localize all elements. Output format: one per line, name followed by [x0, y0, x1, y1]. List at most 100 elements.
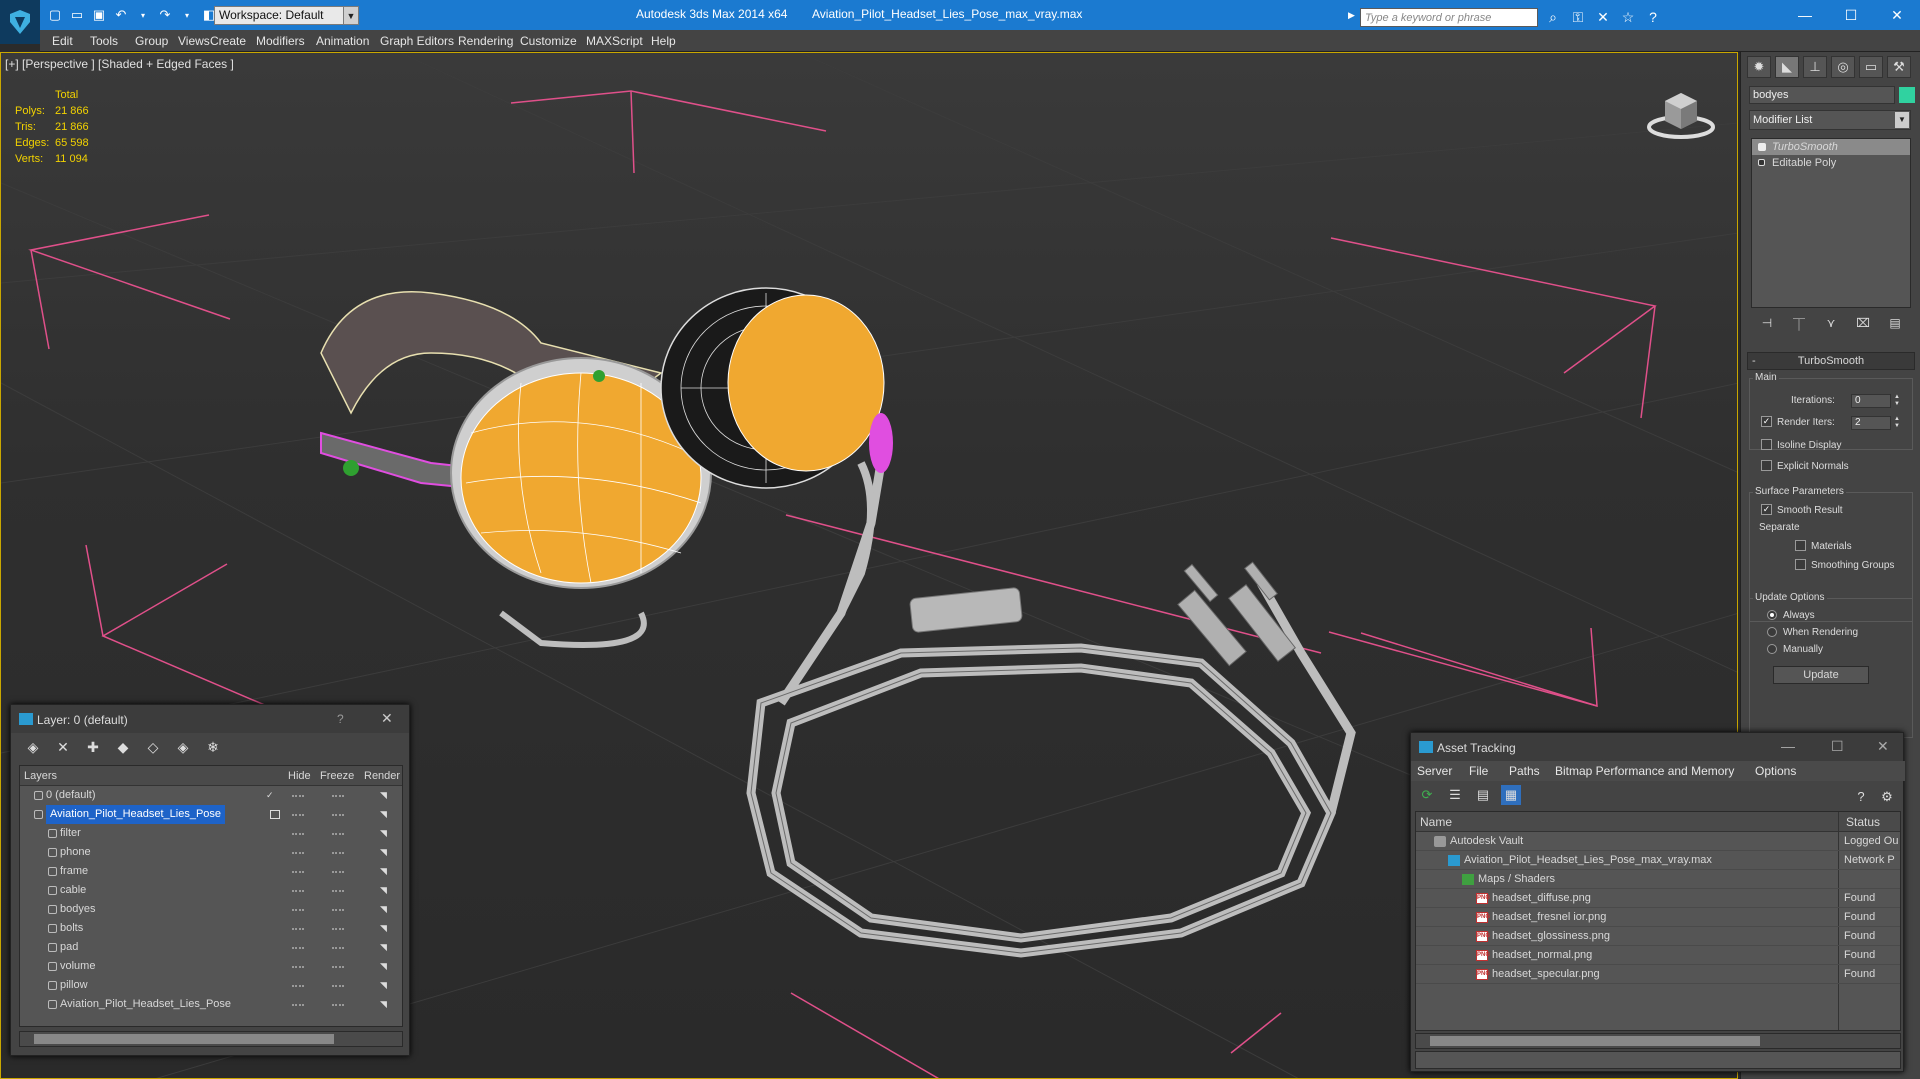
- horizontal-scrollbar[interactable]: [19, 1031, 403, 1047]
- utilities-icon[interactable]: ⚒: [1887, 56, 1911, 78]
- open-icon[interactable]: ▭: [68, 6, 86, 24]
- freeze-toggle[interactable]: [332, 909, 344, 911]
- freeze-toggle[interactable]: [332, 871, 344, 873]
- display-icon[interactable]: ▭: [1859, 56, 1883, 78]
- render-teapot-icon[interactable]: ◥: [380, 810, 390, 819]
- hide-all-icon[interactable]: ◈: [173, 737, 193, 757]
- render-teapot-icon[interactable]: ◥: [380, 829, 390, 838]
- iterations-spinner[interactable]: 0: [1851, 394, 1891, 408]
- hide-toggle[interactable]: [292, 985, 304, 987]
- minimize-button[interactable]: —: [1790, 4, 1820, 26]
- layer-name[interactable]: frame: [60, 862, 88, 881]
- render-teapot-icon[interactable]: ◥: [380, 791, 390, 800]
- tree-view-icon[interactable]: ▤: [1473, 785, 1493, 805]
- lightbulb-icon[interactable]: [1758, 143, 1766, 151]
- new-layer-icon[interactable]: ◈: [23, 737, 43, 757]
- layer-row[interactable]: volume ◥: [20, 957, 402, 976]
- minimize-icon[interactable]: —: [1781, 738, 1795, 754]
- render-teapot-icon[interactable]: ◥: [380, 924, 390, 933]
- maximize-icon[interactable]: ☐: [1831, 738, 1844, 755]
- hide-toggle[interactable]: [292, 947, 304, 949]
- layer-name[interactable]: phone: [60, 843, 91, 862]
- asset-menu-bitmap-performance-and-memory[interactable]: Bitmap Performance and Memory: [1555, 764, 1734, 778]
- menu-item-animation[interactable]: Animation: [316, 34, 369, 48]
- asset-row[interactable]: Autodesk Vault Logged Ou: [1416, 832, 1900, 851]
- configure-sets-icon[interactable]: ▤: [1886, 316, 1904, 334]
- render-teapot-icon[interactable]: ◥: [380, 962, 390, 971]
- help-icon[interactable]: ?: [1644, 9, 1662, 25]
- object-color-swatch[interactable]: [1899, 87, 1915, 103]
- redo-dropdown-icon[interactable]: ▾: [178, 6, 196, 24]
- binoculars-icon[interactable]: ⌕: [1544, 9, 1562, 25]
- scroll-thumb[interactable]: [1430, 1036, 1760, 1046]
- layer-name[interactable]: filter: [60, 824, 81, 843]
- render-teapot-icon[interactable]: ◥: [380, 905, 390, 914]
- freeze-toggle[interactable]: [332, 1004, 344, 1006]
- pin-stack-icon[interactable]: ⊣: [1758, 316, 1776, 334]
- save-icon[interactable]: ▣: [90, 6, 108, 24]
- layer-row[interactable]: bodyes ◥: [20, 900, 402, 919]
- hide-toggle[interactable]: [292, 871, 304, 873]
- modify-icon[interactable]: ◣: [1775, 56, 1799, 78]
- layer-row[interactable]: Aviation_Pilot_Headset_Lies_Pose ◥: [20, 805, 402, 824]
- freeze-toggle[interactable]: [332, 985, 344, 987]
- modifier-list-dropdown[interactable]: Modifier List: [1749, 110, 1911, 130]
- menu-item-group[interactable]: Group: [135, 34, 168, 48]
- menu-item-graph-editors[interactable]: Graph Editors: [380, 34, 454, 48]
- set-current-checkbox[interactable]: [270, 810, 280, 819]
- maximize-button[interactable]: ☐: [1836, 4, 1866, 26]
- menu-item-maxscript[interactable]: MAXScript: [586, 34, 643, 48]
- menu-item-modifiers[interactable]: Modifiers: [256, 34, 305, 48]
- layer-row[interactable]: Aviation_Pilot_Headset_Lies_Pose ◥: [20, 995, 402, 1014]
- hide-toggle[interactable]: [292, 1004, 304, 1006]
- spinner-arrows-icon[interactable]: ▲ ▼: [1893, 394, 1901, 408]
- layer-row[interactable]: pillow ◥: [20, 976, 402, 995]
- layer-row[interactable]: filter ◥: [20, 824, 402, 843]
- explicit-normals-checkbox[interactable]: [1761, 460, 1772, 471]
- freeze-toggle[interactable]: [332, 966, 344, 968]
- close-icon[interactable]: ✕: [381, 710, 393, 727]
- layer-row[interactable]: phone ◥: [20, 843, 402, 862]
- search-expand-icon[interactable]: ▶: [1348, 10, 1355, 21]
- workspace-dropdown[interactable]: Workspace: Default: [214, 6, 358, 25]
- freeze-all-icon[interactable]: ❄: [203, 737, 223, 757]
- render-teapot-icon[interactable]: ◥: [380, 943, 390, 952]
- asset-row[interactable]: PNG headset_specular.png Found: [1416, 965, 1900, 984]
- menu-item-customize[interactable]: Customize: [520, 34, 577, 48]
- asset-menu-server[interactable]: Server: [1417, 764, 1452, 778]
- highlight-layer-icon[interactable]: ◇: [143, 737, 163, 757]
- freeze-toggle[interactable]: [332, 852, 344, 854]
- make-unique-icon[interactable]: ⋎: [1822, 316, 1840, 334]
- viewcube-icon[interactable]: [1643, 83, 1719, 143]
- chevron-down-icon[interactable]: ▼: [343, 6, 359, 25]
- hide-toggle[interactable]: [292, 833, 304, 835]
- spinner-arrows-icon[interactable]: ▲ ▼: [1893, 416, 1901, 430]
- new-icon[interactable]: ▢: [46, 6, 64, 24]
- asset-row[interactable]: PNG headset_glossiness.png Found: [1416, 927, 1900, 946]
- manually-radio[interactable]: [1767, 644, 1777, 654]
- always-radio[interactable]: [1767, 610, 1777, 620]
- render-teapot-icon[interactable]: ◥: [380, 867, 390, 876]
- render-teapot-icon[interactable]: ◥: [380, 848, 390, 857]
- search-input[interactable]: Type a keyword or phrase: [1360, 8, 1538, 27]
- settings-icon[interactable]: ⚙: [1877, 787, 1897, 807]
- help-icon[interactable]: ?: [1851, 787, 1871, 807]
- freeze-toggle[interactable]: [332, 814, 344, 816]
- refresh-icon[interactable]: ⟳: [1417, 785, 1437, 805]
- key-icon[interactable]: ⚿: [1569, 9, 1587, 25]
- column-header-name[interactable]: Name: [1420, 815, 1452, 829]
- freeze-toggle[interactable]: [332, 833, 344, 835]
- column-header-status[interactable]: Status: [1846, 815, 1880, 829]
- smoothing-groups-checkbox[interactable]: [1795, 559, 1806, 570]
- object-name-field[interactable]: bodyes: [1749, 86, 1895, 104]
- close-button[interactable]: ✕: [1882, 4, 1912, 26]
- stack-item-editable-poly[interactable]: Editable Poly: [1752, 155, 1910, 171]
- delete-layer-icon[interactable]: ✕: [53, 737, 73, 757]
- menu-item-edit[interactable]: Edit: [52, 34, 73, 48]
- layer-dialog-titlebar[interactable]: Layer: 0 (default) ? ✕: [11, 705, 409, 733]
- render-iters-checkbox[interactable]: ✓: [1761, 416, 1772, 427]
- freeze-toggle[interactable]: [332, 795, 344, 797]
- undo-icon[interactable]: ↶: [112, 6, 130, 24]
- menu-item-rendering[interactable]: Rendering: [458, 34, 513, 48]
- viewport-label[interactable]: [+] [Perspective ] [Shaded + Edged Faces…: [5, 57, 234, 71]
